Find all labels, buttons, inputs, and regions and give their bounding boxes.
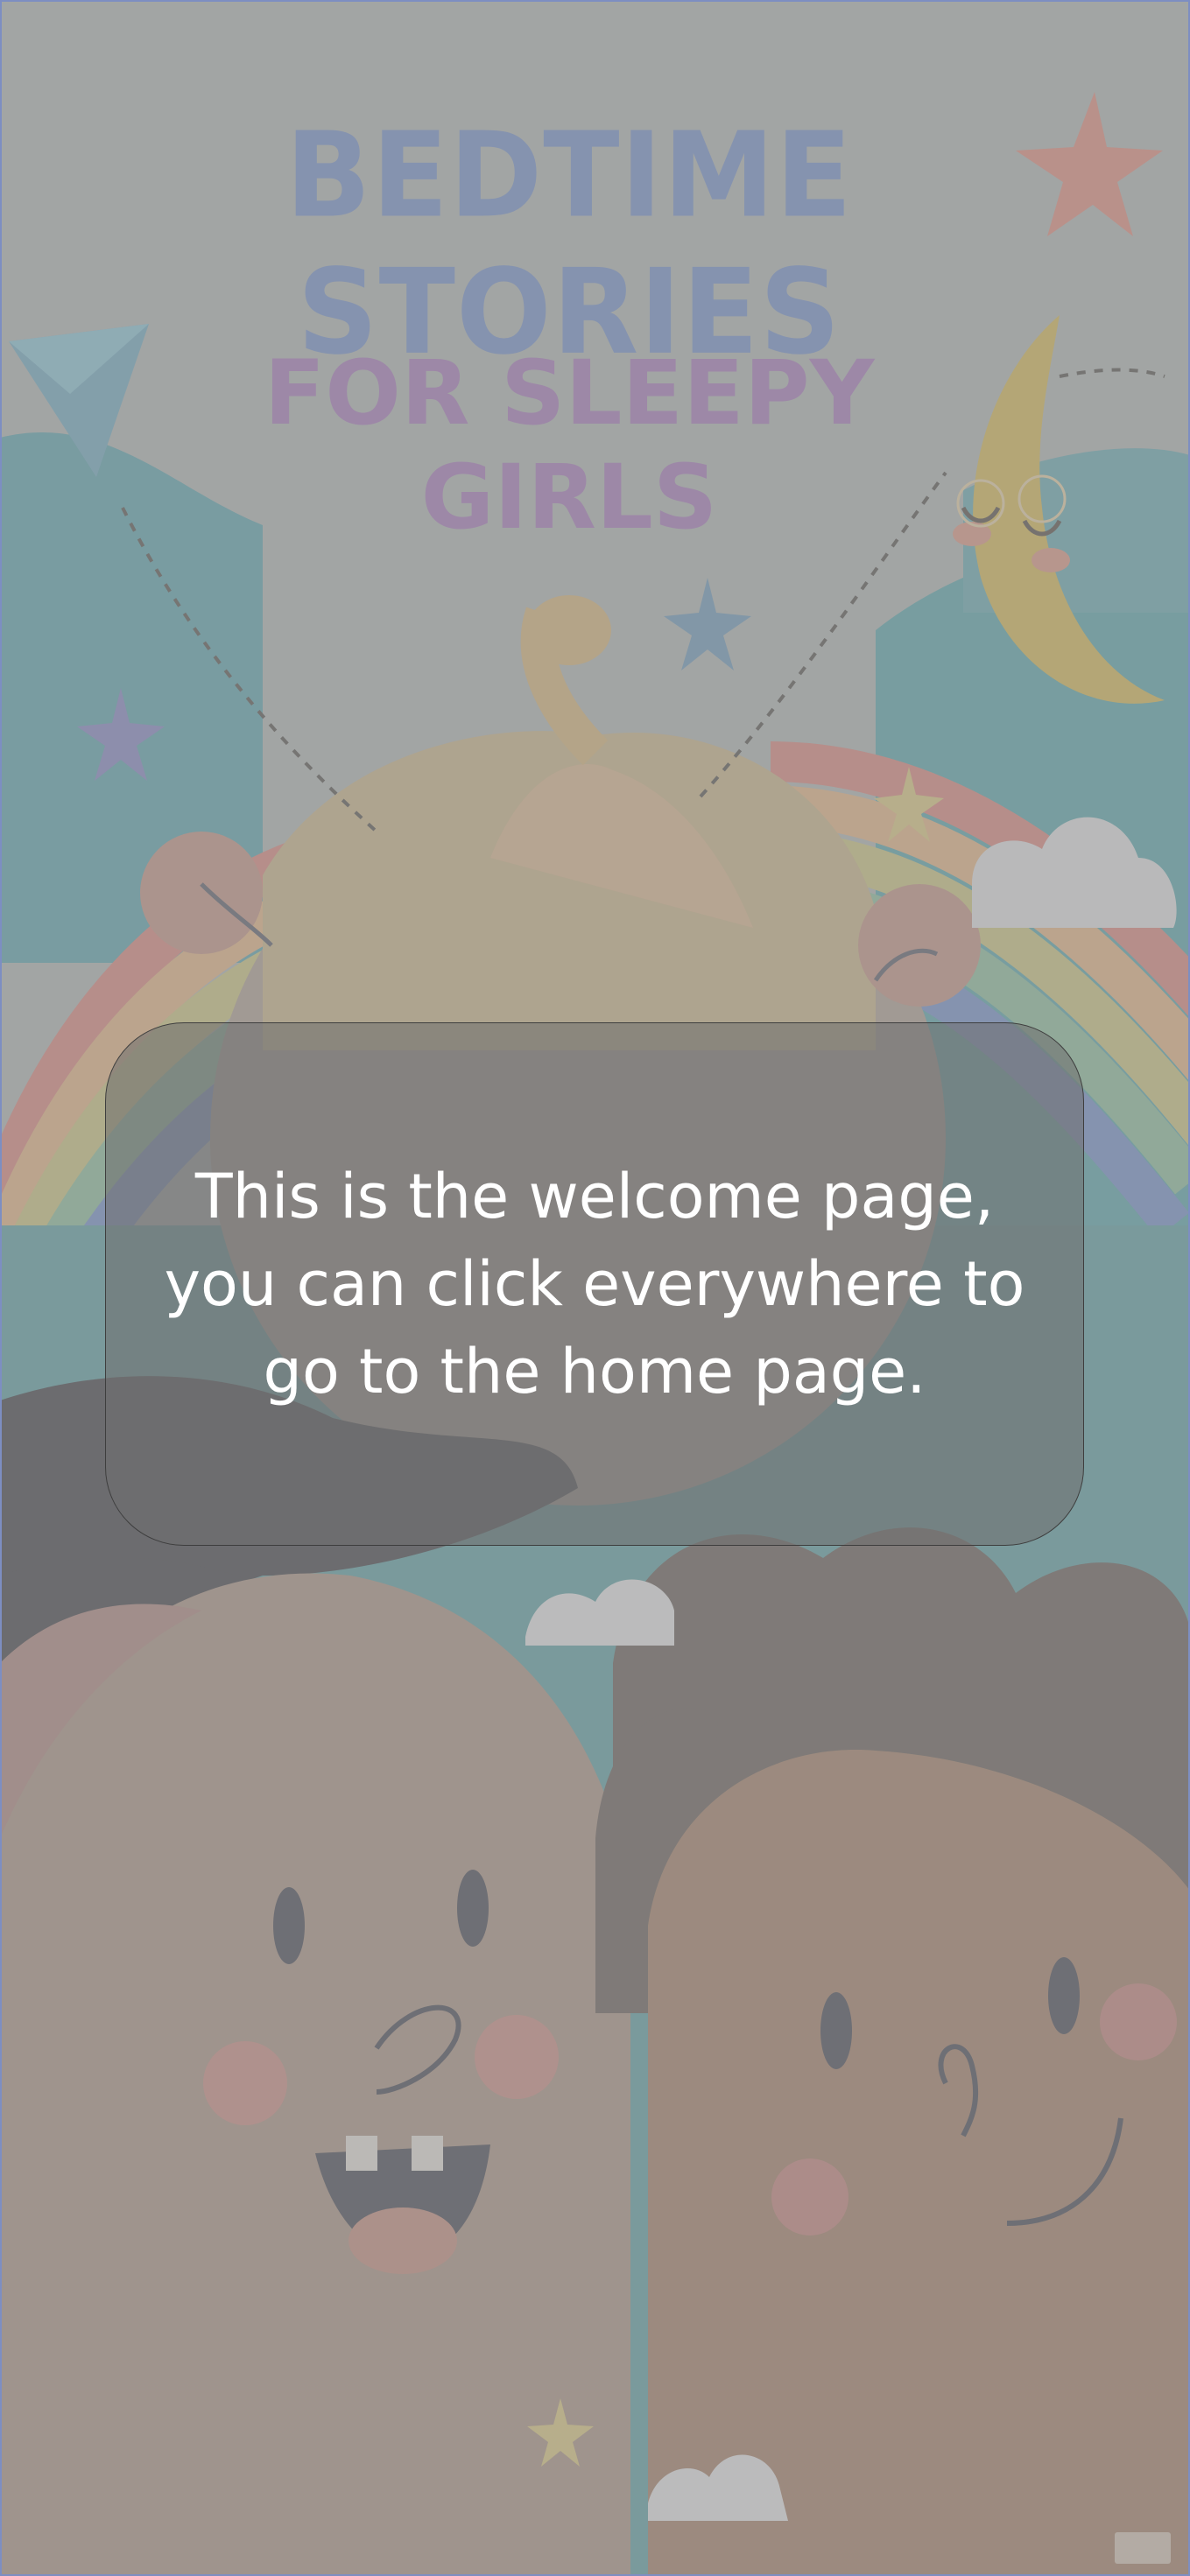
welcome-hint-dialog: This is the welcome page, you can click … [105, 1022, 1084, 1546]
welcome-hint-text: This is the welcome page, you can click … [164, 1161, 1025, 1407]
cover-subtitle: FOR SLEEPY GIRLS [264, 341, 875, 550]
welcome-screen[interactable]: BEDTIME STORIES FOR SLEEPY GIRLS This is… [0, 0, 1190, 2576]
corner-tab [1115, 2532, 1171, 2564]
cover-title: BEDTIME STORIES [285, 107, 853, 382]
